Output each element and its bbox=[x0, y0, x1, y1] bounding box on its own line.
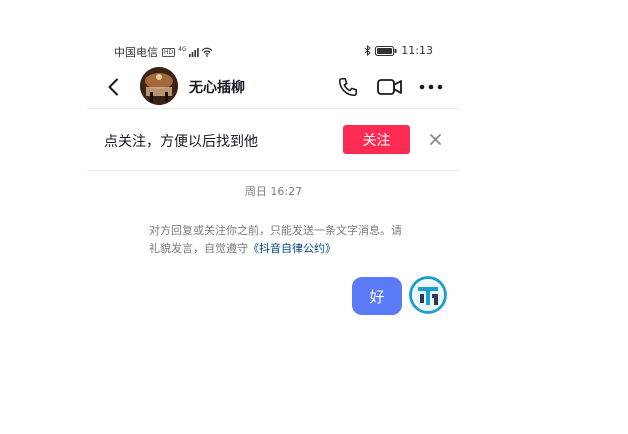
more-dots-icon bbox=[419, 84, 443, 90]
banner-divider bbox=[87, 170, 460, 171]
back-button[interactable] bbox=[103, 75, 123, 99]
contact-name: 无心插柳 bbox=[189, 80, 245, 96]
status-bar: 中国电信 HD 4G 11:13 bbox=[87, 36, 460, 64]
dismiss-banner-button[interactable] bbox=[426, 129, 444, 149]
chat-header: 无心插柳 bbox=[87, 66, 460, 108]
contact-avatar[interactable] bbox=[140, 67, 178, 105]
status-right: 11:13 bbox=[364, 44, 433, 57]
video-camera-icon bbox=[377, 79, 402, 95]
chat-screen: 中国电信 HD 4G 11:13 无心插柳 点关注，方便以后找到他 关注 周日 … bbox=[87, 36, 460, 434]
avatar-image bbox=[140, 67, 178, 105]
voice-call-button[interactable] bbox=[335, 75, 361, 99]
avatar-logo-icon bbox=[409, 276, 447, 314]
network-type: 4G bbox=[178, 45, 187, 53]
chevron-left-icon bbox=[108, 78, 118, 96]
follow-banner: 点关注，方便以后找到他 关注 bbox=[87, 109, 460, 169]
carrier-label: 中国电信 bbox=[114, 46, 158, 59]
bluetooth-icon bbox=[364, 45, 372, 56]
phone-icon bbox=[338, 77, 358, 97]
signal-icon bbox=[188, 47, 199, 57]
battery-icon bbox=[375, 45, 397, 56]
follow-button[interactable]: 关注 bbox=[343, 125, 410, 154]
close-icon bbox=[429, 133, 441, 145]
clock: 11:13 bbox=[401, 44, 433, 57]
message-bubble-sent[interactable]: 好 bbox=[352, 277, 402, 315]
follow-prompt: 点关注，方便以后找到他 bbox=[104, 134, 258, 150]
hd-badge: HD bbox=[162, 47, 176, 57]
system-notice: 对方回复或关注你之前，只能发送一条文字消息。请礼貌发言，自觉遵守《抖音自律公约》 bbox=[149, 222, 405, 258]
status-left: 中国电信 HD 4G bbox=[114, 44, 213, 60]
more-button[interactable] bbox=[418, 75, 444, 99]
wifi-icon bbox=[201, 47, 213, 57]
message-timestamp: 周日 16:27 bbox=[244, 185, 303, 198]
community-rules-link[interactable]: 《抖音自律公约》 bbox=[248, 242, 336, 255]
video-call-button[interactable] bbox=[377, 75, 403, 99]
my-avatar[interactable] bbox=[409, 276, 447, 314]
